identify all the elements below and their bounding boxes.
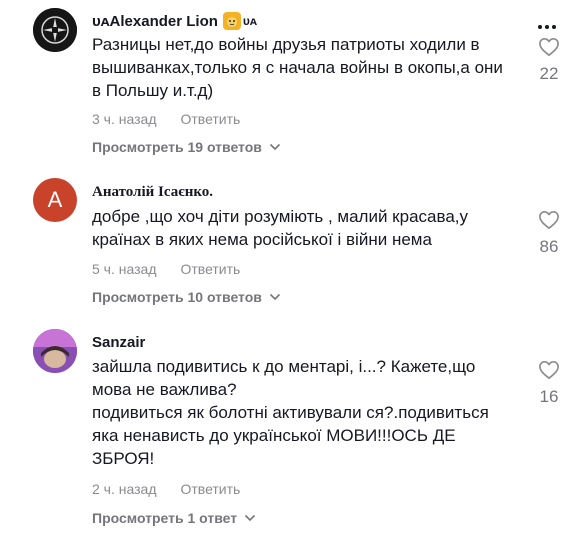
comment-text-line: зайшла подивитись к до ментарі, і...? Ка… bbox=[92, 357, 476, 399]
comment-2: А Анатолій Ісаєнко. добре ,що хоч діти р… bbox=[0, 170, 583, 315]
comment-meta: 3 ч. назад Ответить bbox=[92, 111, 240, 127]
comment-time: 5 ч. назад bbox=[92, 261, 157, 277]
lion-emoji-icon bbox=[222, 12, 241, 30]
avatar[interactable]: А bbox=[33, 178, 77, 222]
chevron-down-icon bbox=[269, 143, 280, 151]
author-label: ᴜᴀAlexander Lion bbox=[92, 12, 218, 30]
view-replies-label: Просмотреть 19 ответов bbox=[92, 139, 262, 155]
heart-icon bbox=[539, 38, 559, 56]
like-count: 22 bbox=[539, 64, 559, 83]
reply-button[interactable]: Ответить bbox=[180, 111, 240, 127]
reply-button[interactable]: Ответить bbox=[180, 481, 240, 497]
comment-text-line: добре ,що хоч діти розуміють , малий кра… bbox=[92, 207, 468, 249]
like-button[interactable]: 16 bbox=[536, 360, 562, 407]
comment-time: 2 ч. назад bbox=[92, 481, 157, 497]
comment-time: 3 ч. назад bbox=[92, 111, 157, 127]
comment-text-line: подивиться як болотні активували ся?.под… bbox=[92, 403, 489, 468]
comment-text-line: Разницы нет,до войны друзья патриоты ход… bbox=[92, 35, 503, 100]
author-suffix: ᴜᴀ bbox=[242, 14, 257, 28]
chevron-down-icon bbox=[245, 514, 256, 522]
heart-icon bbox=[539, 211, 559, 229]
like-button[interactable]: 22 bbox=[536, 37, 562, 84]
view-replies-button[interactable]: Просмотреть 10 ответов bbox=[92, 289, 281, 305]
comment-text: зайшла подивитись к до ментарі, і...? Ка… bbox=[92, 355, 512, 470]
avatar[interactable] bbox=[33, 8, 77, 52]
comment-meta: 2 ч. назад Ответить bbox=[92, 481, 240, 497]
view-replies-label: Просмотреть 1 ответ bbox=[92, 510, 238, 526]
author-label: Анатолій Ісаєнко. bbox=[92, 184, 214, 200]
author-label: Sanzair bbox=[92, 334, 146, 351]
view-replies-button[interactable]: Просмотреть 19 ответов bbox=[92, 139, 281, 155]
comment-1: ᴜᴀAlexander Lion ᴜᴀ Разницы нет,до войны… bbox=[0, 0, 583, 170]
chevron-down-icon bbox=[269, 293, 280, 301]
heart-icon bbox=[539, 361, 559, 379]
view-replies-button[interactable]: Просмотреть 1 ответ bbox=[92, 510, 256, 526]
view-replies-label: Просмотреть 10 ответов bbox=[92, 289, 262, 305]
avatar[interactable] bbox=[33, 329, 77, 373]
avatar-letter: А bbox=[47, 187, 63, 212]
comment-text: Разницы нет,до войны друзья патриоты ход… bbox=[92, 33, 512, 102]
author-name[interactable]: ᴜᴀAlexander Lion ᴜᴀ bbox=[92, 12, 257, 30]
reply-button[interactable]: Ответить bbox=[180, 261, 240, 277]
like-count: 16 bbox=[539, 387, 559, 406]
comment-text: добре ,що хоч діти розуміють , малий кра… bbox=[92, 205, 512, 251]
author-name[interactable]: Sanzair bbox=[92, 334, 145, 351]
comment-3: Sanzair зайшла подивитись к до ментарі, … bbox=[0, 320, 583, 543]
like-button[interactable]: 86 bbox=[536, 210, 562, 257]
author-name[interactable]: Анатолій Ісаєнко. bbox=[92, 184, 213, 201]
comment-meta: 5 ч. назад Ответить bbox=[92, 261, 240, 277]
like-count: 86 bbox=[539, 237, 559, 256]
